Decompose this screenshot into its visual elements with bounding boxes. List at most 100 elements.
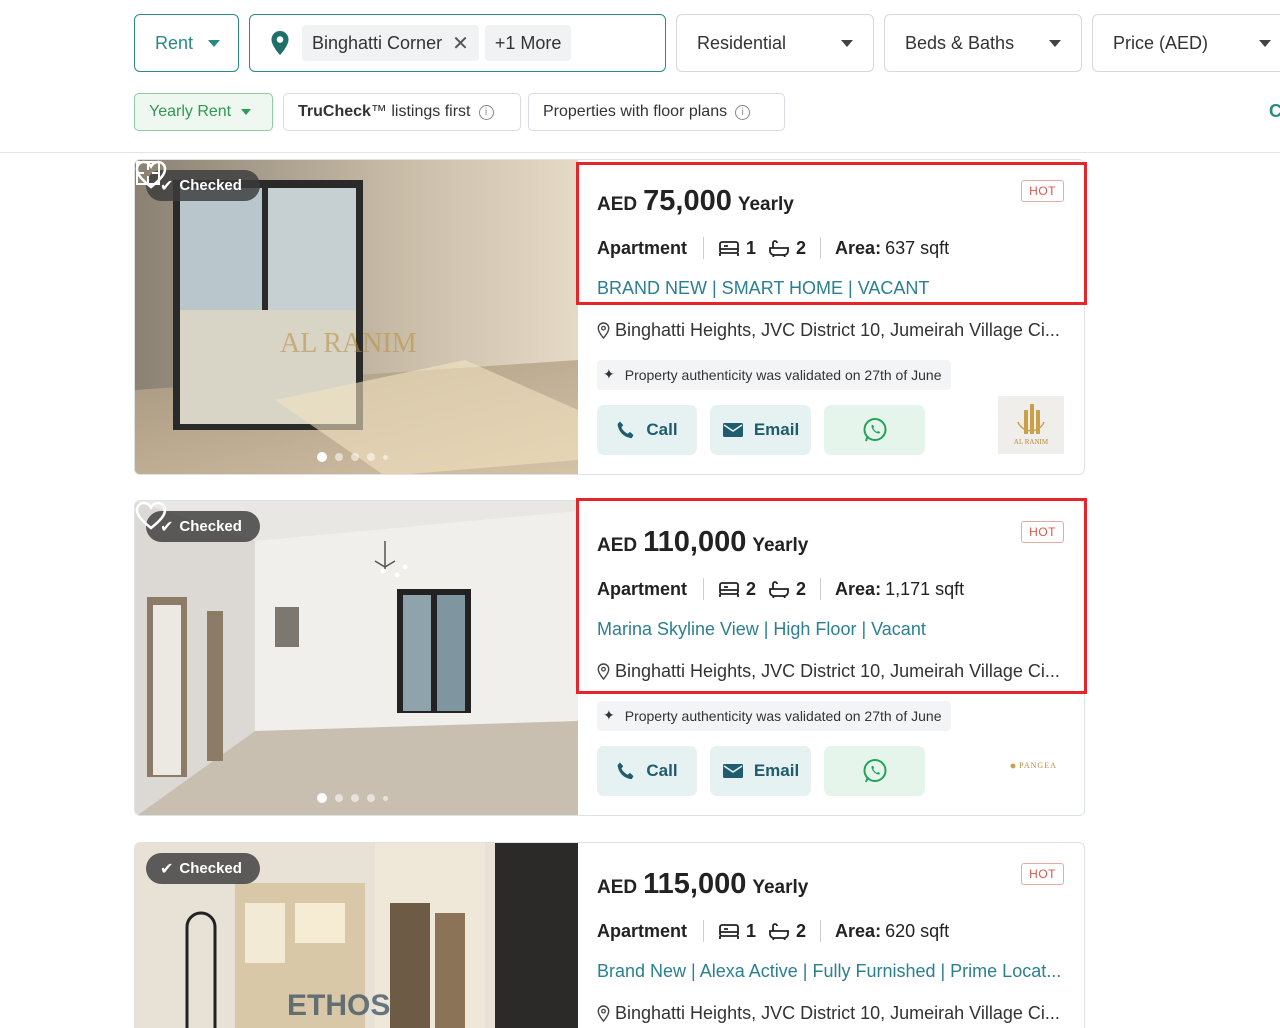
call-button[interactable]: Call — [597, 405, 697, 455]
mail-icon — [722, 423, 743, 437]
listing-address: Binghatti Heights, JVC District 10, Jume… — [597, 1003, 1060, 1024]
beds-count: 1 — [746, 920, 757, 941]
contact-actions: Call Email — [597, 405, 925, 455]
location-chip[interactable]: Binghatti Corner ✕ — [302, 25, 479, 61]
beds-count: 1 — [746, 237, 757, 258]
agency-logo[interactable]: AL RANIM — [998, 396, 1064, 454]
property-specs: Apartment 1 2 Area: 637 sqft — [597, 237, 950, 259]
property-type-dropdown[interactable]: Residential — [676, 14, 874, 72]
listing-headline[interactable]: Marina Skyline View | High Floor | Vacan… — [597, 619, 926, 640]
purpose-label: Rent — [155, 32, 194, 53]
map-pin-icon — [271, 31, 289, 55]
trucheck-first-toggle[interactable]: TruCheck™ listings first i — [283, 93, 521, 131]
bath-icon — [769, 581, 789, 598]
floor-plans-toggle[interactable]: Properties with floor plans i — [528, 93, 785, 131]
listing-details: AED 75,000 Yearly HOT Apartment 1 2 Area… — [597, 160, 1084, 474]
beds-baths-dropdown[interactable]: Beds & Baths — [884, 14, 1082, 72]
location-pin-icon — [597, 663, 610, 680]
whatsapp-button[interactable] — [824, 405, 925, 455]
rent-frequency-dropdown[interactable]: Yearly Rent — [134, 93, 273, 131]
hot-badge: HOT — [1021, 521, 1064, 543]
property-specs: Apartment 1 2 Area: 620 sqft — [597, 920, 950, 942]
sparkle-icon: ✦ — [603, 367, 615, 383]
bed-icon — [719, 924, 739, 939]
listing-address: Binghatti Heights, JVC District 10, Jume… — [597, 320, 1060, 341]
listing-address: Binghatti Heights, JVC District 10, Jume… — [597, 661, 1060, 682]
carousel-dots — [317, 452, 388, 462]
purpose-dropdown[interactable]: Rent — [134, 14, 239, 72]
more-locations-label: +1 More — [494, 32, 562, 53]
chevron-down-icon — [1259, 40, 1271, 47]
info-icon[interactable]: i — [735, 104, 751, 120]
svg-text:PANGEA: PANGEA — [1019, 761, 1057, 770]
checked-label: Checked — [179, 518, 242, 535]
trucheck-label: TruCheck™ listings first — [298, 103, 471, 120]
floor-plans-label: Properties with floor plans — [543, 103, 728, 120]
carousel-dots — [317, 793, 388, 803]
listing-card[interactable]: ETHOS ✔ Checked AED 115,000 Yearly HOT A… — [134, 842, 1085, 1028]
email-button[interactable]: Email — [710, 746, 811, 796]
watermark-text: ETHOS — [287, 989, 390, 1022]
area-value: 637 sqft — [885, 237, 950, 258]
listing-headline[interactable]: Brand New | Alexa Active | Fully Furnish… — [597, 961, 1061, 982]
email-button[interactable]: Email — [710, 405, 811, 455]
listing-card[interactable]: ✔ Checked AED 110,000 Yearly HOT Apartme… — [134, 500, 1085, 816]
rent-frequency-label: Yearly Rent — [149, 103, 232, 120]
checkmark-icon: ✔ — [160, 859, 174, 878]
whatsapp-icon — [863, 759, 886, 783]
agency-logo[interactable]: PANGEA — [998, 737, 1064, 795]
location-search[interactable]: Binghatti Corner ✕ +1 More — [249, 14, 666, 72]
price-label: Price (AED) — [1113, 32, 1209, 53]
price: AED 115,000 Yearly — [597, 868, 809, 900]
area-value: 1,171 sqft — [885, 578, 965, 599]
location-chip-label: Binghatti Corner — [312, 32, 443, 53]
checked-badge: ✔ Checked — [146, 853, 260, 884]
phone-icon — [618, 421, 634, 439]
listing-card[interactable]: AL RANIM ✔ Checked AED 75,000 Yearly HOT… — [134, 159, 1085, 475]
filter-bar: Rent Binghatti Corner ✕ +1 More Resident… — [134, 14, 1280, 72]
info-icon[interactable]: i — [478, 104, 494, 120]
baths-count: 2 — [796, 578, 807, 599]
verification-note: ✦ Property authenticity was validated on… — [597, 701, 952, 731]
heart-icon[interactable] — [135, 501, 167, 531]
hot-badge: HOT — [1021, 863, 1064, 885]
location-pin-icon — [597, 1005, 610, 1022]
watermark-text: AL RANIM — [280, 328, 417, 359]
property-type: Apartment — [597, 920, 688, 941]
bed-icon — [719, 241, 739, 256]
listing-headline[interactable]: BRAND NEW | SMART HOME | VACANT — [597, 278, 929, 299]
price: AED 75,000 Yearly — [597, 185, 794, 217]
listing-details: AED 115,000 Yearly HOT Apartment 1 2 Are… — [597, 843, 1084, 1028]
bath-icon — [769, 240, 789, 257]
beds-count: 2 — [746, 578, 757, 599]
whatsapp-icon — [863, 418, 886, 442]
svg-text:AL RANIM: AL RANIM — [1014, 438, 1049, 446]
listing-photo[interactable]: ETHOS ✔ Checked — [135, 843, 578, 1028]
checked-label: Checked — [179, 177, 242, 194]
close-icon[interactable]: ✕ — [452, 31, 469, 56]
property-type: Apartment — [597, 237, 688, 258]
area-value: 620 sqft — [885, 920, 950, 941]
call-button[interactable]: Call — [597, 746, 697, 796]
divider — [0, 152, 1280, 153]
chevron-down-icon — [208, 40, 220, 47]
phone-icon — [618, 762, 634, 780]
location-pin-icon — [597, 322, 610, 339]
bath-icon — [769, 923, 789, 940]
quick-filters: Yearly Rent TruCheck™ listings first i P… — [134, 93, 1280, 131]
more-locations-chip[interactable]: +1 More — [484, 25, 572, 61]
listing-details: AED 110,000 Yearly HOT Apartment 2 2 Are… — [597, 501, 1084, 815]
sparkle-icon: ✦ — [603, 708, 615, 724]
room-photo — [135, 501, 578, 815]
listing-photo[interactable]: AL RANIM ✔ Checked — [135, 160, 578, 474]
chevron-down-icon — [241, 109, 252, 115]
property-type: Apartment — [597, 578, 688, 599]
truncated-link[interactable]: C — [1269, 101, 1280, 122]
heart-icon[interactable] — [135, 160, 167, 190]
price-dropdown[interactable]: Price (AED) — [1092, 14, 1280, 72]
listing-photo[interactable]: ✔ Checked — [135, 501, 578, 815]
whatsapp-button[interactable] — [824, 746, 925, 796]
baths-count: 2 — [796, 920, 807, 941]
baths-count: 2 — [796, 237, 807, 258]
chevron-down-icon — [1049, 40, 1061, 47]
